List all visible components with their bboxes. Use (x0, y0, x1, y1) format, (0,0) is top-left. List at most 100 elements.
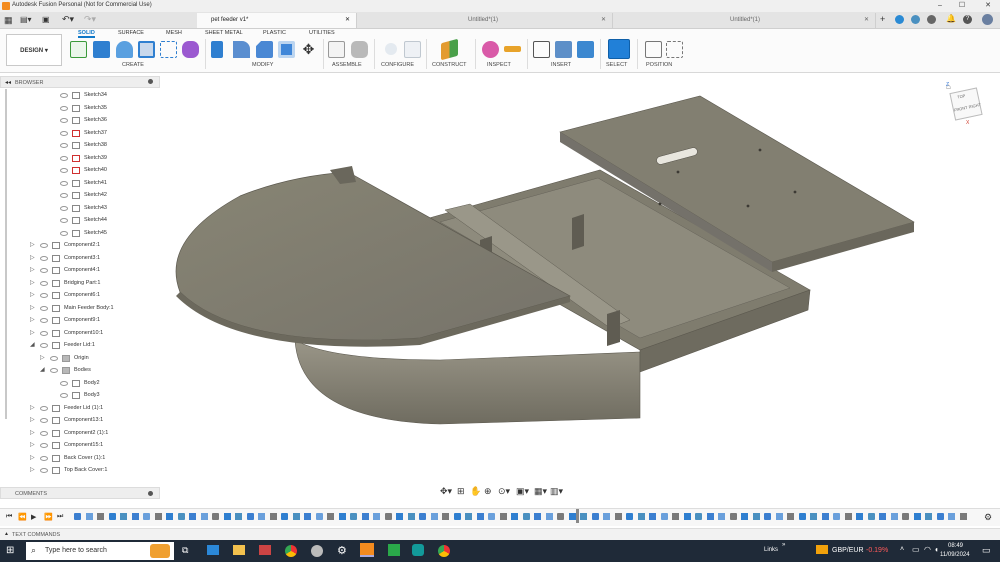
expand-arrow-icon[interactable]: ▷ (30, 402, 35, 414)
visibility-eye-icon[interactable] (60, 205, 68, 211)
clock-time[interactable]: 08:49 (948, 543, 963, 549)
timeline-feature-icon[interactable] (430, 513, 438, 520)
timeline-feature-icon[interactable] (304, 513, 311, 520)
browser-tree-item[interactable]: Body3 (0, 389, 160, 402)
job-status-icon[interactable] (895, 15, 904, 24)
visibility-eye-icon[interactable] (40, 305, 48, 311)
configure-menu[interactable]: CONFIGURE (381, 62, 414, 68)
timeline-feature-icon[interactable] (637, 513, 645, 520)
create-sketch-icon[interactable] (70, 41, 87, 58)
tab-plastic[interactable]: PLASTIC (263, 30, 286, 36)
close-tab-icon[interactable]: ✕ (601, 13, 606, 28)
expand-icon[interactable]: ▲ (4, 531, 9, 537)
taskbar-search-box[interactable]: ⌕ Type here to search (26, 542, 174, 560)
expand-arrow-icon[interactable]: ▷ (30, 289, 35, 301)
browser-tree-item[interactable]: ◢ Feeder Lid:1 (0, 339, 160, 352)
green-app-icon[interactable] (388, 544, 400, 556)
timeline-feature-icon[interactable] (488, 513, 495, 520)
expand-arrow-icon[interactable]: ▷ (30, 252, 35, 264)
browser-tree-item[interactable]: ▷ Feeder Lid (1):1 (0, 402, 160, 415)
timeline-feature-icon[interactable] (315, 513, 323, 520)
settings-icon[interactable]: ⚙ (337, 544, 347, 557)
timeline-feature-icon[interactable] (465, 513, 472, 520)
timeline-feature-icon[interactable] (775, 513, 783, 520)
timeline-feature-icon[interactable] (281, 513, 288, 520)
wifi-icon[interactable]: ◠ (924, 545, 931, 554)
visibility-eye-icon[interactable] (60, 180, 68, 186)
visibility-eye-icon[interactable] (40, 293, 48, 298)
maximize-button[interactable]: ☐ (956, 1, 968, 11)
browser-tree-item[interactable]: ▷ Origin (0, 352, 160, 365)
timeline-feature-icon[interactable] (476, 513, 484, 520)
ticker-label[interactable]: GBP/EUR (832, 547, 864, 554)
decal-icon[interactable] (577, 41, 594, 58)
browser-app-icon[interactable] (311, 545, 323, 557)
create-form-icon[interactable] (182, 41, 199, 58)
timeline-feature-icon[interactable] (166, 513, 173, 520)
timeline-feature-icon[interactable] (396, 513, 403, 520)
viewcube[interactable]: ⌂ TOP FRONT RIGHT Z X (946, 82, 986, 126)
visibility-eye-icon[interactable] (60, 193, 68, 198)
browser-tree-item[interactable]: Sketch38 (0, 139, 160, 152)
capture-position-icon[interactable] (645, 41, 662, 58)
orbit-icon[interactable]: ✥▾ (440, 486, 452, 497)
configure-table-icon[interactable] (404, 41, 421, 58)
visibility-eye-icon[interactable] (60, 93, 68, 98)
viewcube-body[interactable]: TOP FRONT RIGHT (949, 87, 983, 121)
select-icon[interactable] (608, 39, 630, 59)
expand-arrow-icon[interactable]: ▷ (40, 352, 45, 364)
timeline-feature-icon[interactable] (764, 513, 771, 520)
text-commands-bar[interactable]: ▲ TEXT COMMANDS (0, 528, 1000, 540)
visibility-eye-icon[interactable] (40, 255, 48, 261)
timeline-feature-icon[interactable] (867, 513, 875, 520)
timeline-feature-icon[interactable] (741, 513, 748, 520)
browser-tree-item[interactable]: Sketch34 (0, 89, 160, 102)
expand-arrow-icon[interactable]: ▷ (30, 277, 35, 289)
timeline-feature-icon[interactable] (338, 513, 346, 520)
timeline-feature-icon[interactable] (902, 513, 909, 520)
timeline-feature-icon[interactable] (695, 513, 702, 520)
browser-tree-item[interactable]: Body2 (0, 377, 160, 390)
timeline-feature-icon[interactable] (223, 513, 231, 520)
visibility-eye-icon[interactable] (40, 443, 48, 448)
insert-derive-icon[interactable] (533, 41, 550, 58)
timeline-feature-icon[interactable] (534, 513, 541, 520)
timeline-feature-icon[interactable] (591, 513, 599, 520)
timeline-feature-icon[interactable] (821, 513, 829, 520)
tab-mesh[interactable]: MESH (166, 30, 182, 36)
new-tab-icon[interactable]: + (880, 14, 885, 24)
look-at-icon[interactable]: ⊞ (457, 486, 465, 497)
timeline-feature-icon[interactable] (856, 513, 863, 520)
bell-icon[interactable]: 🔔 (946, 14, 956, 23)
timeline-forward-icon[interactable]: ⏩ (44, 513, 53, 521)
expand-arrow-icon[interactable]: ▷ (30, 327, 35, 339)
visibility-eye-icon[interactable] (40, 343, 48, 348)
clock-date[interactable]: 11/09/2024 (940, 552, 970, 558)
extrude-icon[interactable] (93, 41, 110, 58)
timeline-feature-icon[interactable] (258, 513, 265, 520)
mail-icon[interactable] (207, 545, 219, 555)
timeline-feature-icon[interactable] (798, 513, 806, 520)
chrome-profile-icon[interactable] (438, 545, 450, 557)
collapse-icon[interactable]: ◂◂ (5, 79, 11, 86)
visibility-eye-icon[interactable] (60, 230, 68, 236)
timeline-feature-icon[interactable] (672, 513, 679, 520)
comments-panel-header[interactable]: COMMENTS (0, 487, 160, 499)
expand-arrow-icon[interactable]: ▷ (30, 464, 35, 476)
browser-tree-item[interactable]: ▷ Component6:1 (0, 289, 160, 302)
timeline-feature-icon[interactable] (442, 513, 449, 520)
avatar[interactable] (982, 14, 993, 25)
tab-surface[interactable]: SURFACE (118, 30, 144, 36)
visibility-eye-icon[interactable] (40, 280, 48, 286)
timeline-back-icon[interactable]: ⏪ (18, 513, 27, 521)
timeline-feature-icon[interactable] (959, 513, 967, 520)
browser-tree-item[interactable]: Sketch35 (0, 102, 160, 115)
inspect-menu[interactable]: INSPECT (487, 62, 511, 68)
viewcube-face-front[interactable]: FRONT (953, 105, 968, 113)
timeline-feature-icon[interactable] (361, 513, 369, 520)
timeline-feature-icon[interactable] (131, 513, 139, 520)
browser-tree-item[interactable]: Sketch43 (0, 202, 160, 215)
browser-tree-item[interactable]: ▷ Component13:1 (0, 414, 160, 427)
task-view-icon[interactable]: ⧉ (182, 545, 188, 556)
browser-tree-item[interactable]: ▷ Bridging Part:1 (0, 277, 160, 290)
